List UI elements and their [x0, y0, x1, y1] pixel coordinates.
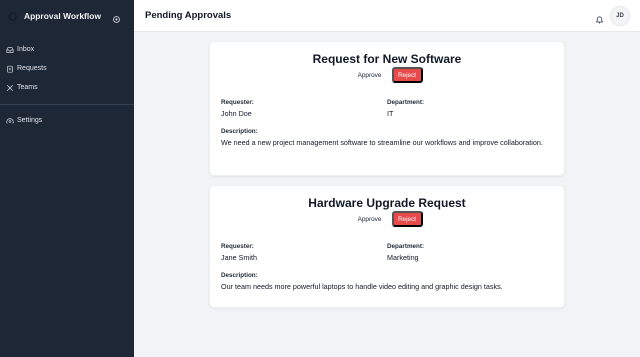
approve-button[interactable]: Approve [351, 211, 388, 227]
description-label: Description: [221, 272, 258, 279]
department-label: Department: [387, 243, 425, 250]
description-text: We need a new project management softwar… [221, 138, 543, 147]
department-label: Department: [387, 99, 425, 106]
reject-button[interactable]: Reject [391, 67, 423, 83]
requester-label: Requester: [221, 99, 254, 106]
users-icon [6, 84, 14, 92]
department-value: Marketing [387, 253, 419, 262]
requester-label: Requester: [221, 243, 254, 250]
request-actions: Approve Reject [210, 211, 564, 227]
sidebar-nav: Inbox Requests Teams Settings [0, 32, 134, 130]
sidebar-item-inbox[interactable]: Inbox [0, 40, 134, 59]
bell-icon[interactable] [595, 11, 604, 24]
inbox-icon [6, 46, 14, 54]
gear-icon[interactable] [112, 11, 121, 23]
description-text: Our team needs more powerful laptops to … [221, 282, 503, 291]
sidebar: Approval Workflow Inbox Requests Teams S… [0, 0, 134, 357]
department-value: IT [387, 109, 394, 118]
requester-field: Requester: Jane Smith [221, 242, 387, 263]
sidebar-item-teams[interactable]: Teams [0, 78, 134, 97]
page-title: Pending Approvals [145, 10, 232, 21]
app-title: Approval Workflow [24, 11, 102, 21]
request-title: Request for New Software [312, 52, 462, 66]
department-field: Department: IT [387, 98, 553, 119]
sidebar-item-label: Requests [17, 65, 47, 72]
request-fields: Requester: John Doe Department: IT [210, 98, 564, 119]
sidebar-item-label: Teams [17, 84, 38, 91]
clipboard-icon [6, 65, 14, 73]
description-label: Description: [221, 128, 258, 135]
description-section: Description: We need a new project manag… [210, 127, 564, 148]
main-content: Request for New Software Approve Reject … [134, 33, 640, 357]
top-bar: Pending Approvals JD [134, 0, 640, 32]
sidebar-item-label: Settings [17, 117, 43, 124]
sidebar-item-label: Inbox [17, 46, 35, 53]
request-actions: Approve Reject [210, 67, 564, 83]
department-field: Department: Marketing [387, 242, 553, 263]
avatar[interactable]: JD [610, 6, 630, 26]
description-section: Description: Our team needs more powerfu… [210, 271, 564, 292]
request-card: Hardware Upgrade Request Approve Reject … [209, 185, 565, 308]
request-fields: Requester: Jane Smith Department: Market… [210, 242, 564, 263]
requester-value: John Doe [221, 109, 252, 118]
approve-button[interactable]: Approve [351, 67, 388, 83]
sidebar-item-requests[interactable]: Requests [0, 59, 134, 78]
settings-icon [6, 117, 14, 125]
requester-value: Jane Smith [221, 253, 257, 262]
logo-icon [8, 11, 17, 21]
request-title: Hardware Upgrade Request [308, 196, 466, 210]
sidebar-header: Approval Workflow [0, 0, 134, 32]
reject-button[interactable]: Reject [391, 211, 423, 227]
request-card: Request for New Software Approve Reject … [209, 41, 565, 176]
sidebar-item-settings[interactable]: Settings [0, 111, 134, 130]
sidebar-divider [0, 104, 134, 105]
requester-field: Requester: John Doe [221, 98, 387, 119]
